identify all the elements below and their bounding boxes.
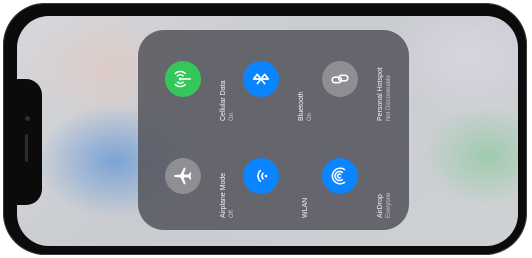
airplane-label: Airplane Mode xyxy=(219,172,227,218)
notch xyxy=(17,79,42,205)
phone-frame: Cellular Data On Bluetooth On Personal H… xyxy=(3,3,527,255)
airplane-icon[interactable] xyxy=(165,158,201,194)
bluetooth-status: On xyxy=(306,112,313,121)
airplane-status: Off xyxy=(228,210,235,218)
airdrop-icon[interactable] xyxy=(322,158,358,194)
airdrop-label-block: AirDrop Everyone xyxy=(366,138,402,218)
antenna-icon[interactable] xyxy=(165,61,201,97)
wlan-label: WLAN xyxy=(301,197,309,218)
hotspot-status: Not Discoverable xyxy=(385,75,392,121)
cellular-label: Cellular Data xyxy=(219,80,227,121)
hotspot-label-block: Personal Hotspot Not Discoverable xyxy=(366,41,402,121)
bluetooth-label-block: Bluetooth On xyxy=(287,41,323,121)
connectivity-panel: Cellular Data On Bluetooth On Personal H… xyxy=(138,30,409,230)
cellular-status: On xyxy=(228,112,235,121)
front-camera xyxy=(25,116,30,121)
chain-link-icon[interactable] xyxy=(322,61,358,97)
airdrop-status: Everyone xyxy=(385,192,392,218)
wifi-icon[interactable] xyxy=(243,158,279,194)
bluetooth-icon[interactable] xyxy=(243,61,279,97)
airplane-label-block: Airplane Mode Off xyxy=(209,138,245,218)
earpiece-speaker xyxy=(25,134,28,162)
cellular-label-block: Cellular Data On xyxy=(209,41,245,121)
airdrop-label: AirDrop xyxy=(376,194,384,218)
wlan-label-block: WLAN xyxy=(287,138,323,218)
screen: Cellular Data On Bluetooth On Personal H… xyxy=(17,16,518,246)
hotspot-label: Personal Hotspot xyxy=(376,67,384,121)
bluetooth-label: Bluetooth xyxy=(297,91,305,121)
